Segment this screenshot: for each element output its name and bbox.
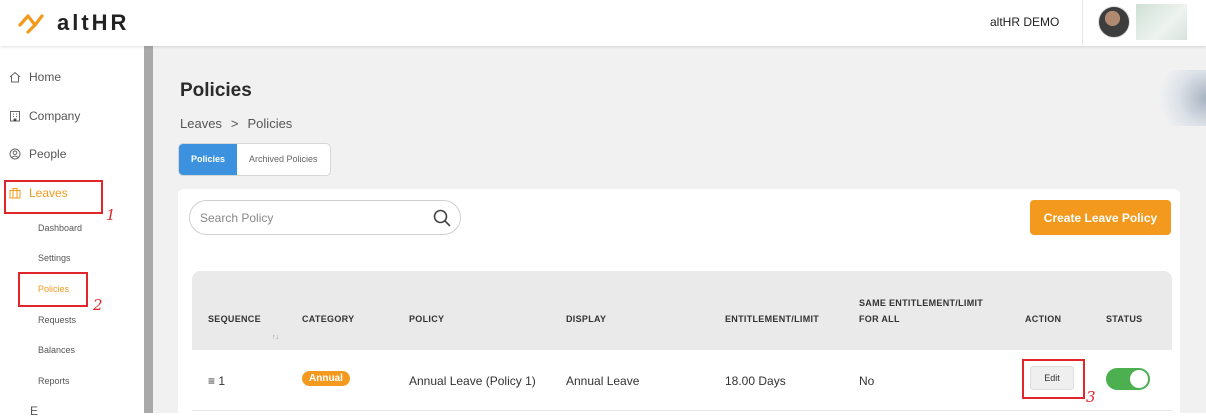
sort-icon[interactable]: ↑↓ [272, 334, 279, 341]
search-icon[interactable] [433, 209, 451, 227]
category-badge: Annual [302, 371, 350, 386]
create-leave-policy-button[interactable]: Create Leave Policy [1030, 200, 1171, 235]
building-icon [10, 111, 20, 122]
search-box [189, 200, 461, 235]
breadcrumb-policies: Policies [247, 116, 293, 131]
sidebar-item-people[interactable]: People [9, 147, 66, 161]
status-toggle[interactable] [1106, 368, 1150, 390]
sidebar-item-home[interactable]: Home [9, 70, 61, 84]
column-header-entitlement: ENTITLEMENT/LIMIT [725, 314, 820, 324]
company-name[interactable]: altHR DEMO [990, 15, 1059, 29]
sidebar-item-label: Company [29, 109, 81, 123]
column-header-category: CATEGORY [302, 314, 355, 324]
sidebar-item-partial[interactable]: E [30, 404, 38, 418]
search-input[interactable] [200, 209, 420, 227]
breadcrumb: Leaves > Policies [180, 116, 292, 131]
sidebar-subitem-requests[interactable]: Requests [38, 315, 76, 325]
sidebar-subitem-settings[interactable]: Settings [38, 253, 71, 263]
annotation-number: 3 [1086, 388, 1096, 406]
column-header-display: DISPLAY [566, 314, 607, 324]
logo-mark-icon [18, 14, 44, 34]
sidebar-subitem-dashboard[interactable]: Dashboard [38, 223, 82, 233]
topbar-divider [1082, 0, 1083, 46]
tab-archived-policies[interactable]: Archived Policies [237, 144, 330, 175]
cell-same-for-all: No [859, 374, 875, 388]
brand-logo[interactable]: altHR [17, 10, 129, 36]
cell-entitlement: 18.00 Days [725, 374, 786, 388]
sidebar-scrollbar[interactable] [144, 46, 153, 413]
sidebar: Home Company People Leaves Dashboard Set… [0, 46, 144, 418]
sidebar-item-label: People [29, 147, 67, 161]
annotation-box-edit [1022, 359, 1085, 399]
user-circle-icon [9, 148, 21, 160]
column-header-sequence[interactable]: SEQUENCE [208, 314, 261, 324]
column-header-policy: POLICY [409, 314, 445, 324]
policy-tabs: Policies Archived Policies [178, 143, 331, 176]
cell-display: Annual Leave [566, 374, 640, 388]
profile-thumbnail[interactable] [1136, 4, 1187, 40]
tab-policies[interactable]: Policies [179, 144, 238, 175]
sidebar-subitem-reports[interactable]: Reports [38, 376, 70, 386]
top-bar: altHR altHR DEMO [0, 0, 1206, 46]
column-header-status: STATUS [1106, 314, 1143, 324]
sidebar-item-company[interactable]: Company [9, 109, 80, 123]
page-title: Policies [180, 80, 252, 101]
column-header-action: ACTION [1025, 314, 1062, 324]
annotation-number: 2 [93, 296, 103, 314]
annotation-box-leaves [4, 180, 103, 214]
blurred-decoration [1150, 70, 1206, 126]
breadcrumb-leaves[interactable]: Leaves [180, 116, 222, 131]
cell-policy: Annual Leave (Policy 1) [409, 374, 536, 388]
sidebar-subitem-balances[interactable]: Balances [38, 345, 75, 355]
sidebar-item-label: Home [29, 70, 62, 84]
user-avatar[interactable] [1098, 6, 1130, 38]
toggle-knob [1130, 370, 1148, 388]
home-icon [9, 71, 21, 83]
table-header: SEQUENCE ↑↓ CATEGORY POLICY DISPLAY ENTI… [192, 271, 1172, 350]
brand-name: altHR [57, 10, 130, 35]
annotation-box-policies [18, 272, 88, 307]
main-content: Policies Leaves > Policies Policies Arch… [153, 46, 1206, 419]
breadcrumb-separator-icon: > [230, 116, 239, 131]
column-header-same-entitlement: SAME ENTITLEMENT/LIMIT [859, 298, 984, 308]
column-header-same-entitlement-line2: FOR ALL [859, 314, 900, 324]
cell-sequence[interactable]: ≡ 1 [208, 374, 225, 388]
annotation-number: 1 [106, 206, 116, 224]
